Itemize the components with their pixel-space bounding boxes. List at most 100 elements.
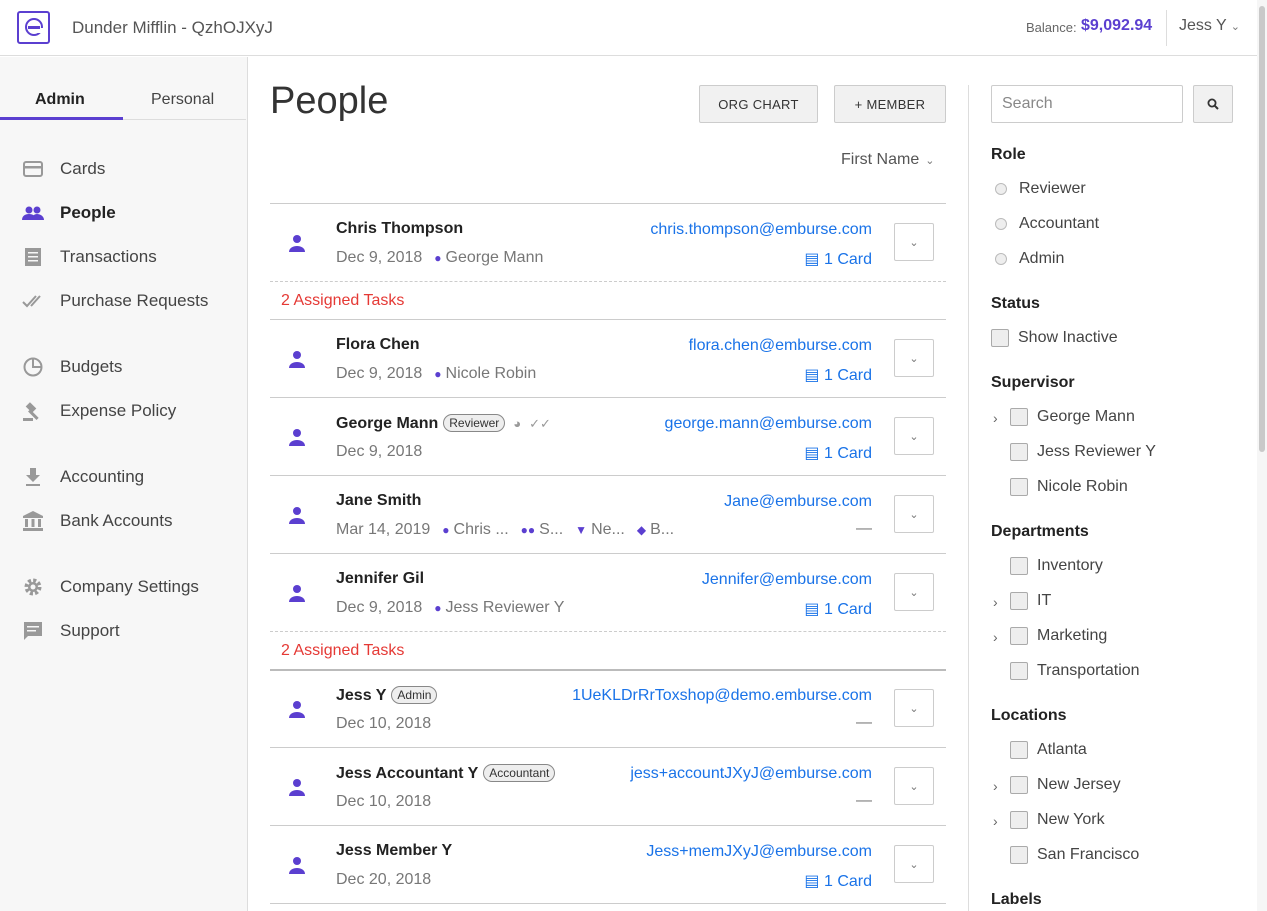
chevron-right-icon[interactable]: ›: [993, 594, 998, 610]
checkbox[interactable]: [1010, 741, 1028, 759]
radio-button[interactable]: [995, 183, 1007, 195]
role-option-reviewer[interactable]: Reviewer: [995, 180, 1086, 198]
person-email[interactable]: george.mann@emburse.com: [665, 415, 872, 433]
person-email[interactable]: flora.chen@emburse.com: [689, 337, 872, 355]
checkbox[interactable]: [1010, 627, 1028, 645]
supervisor-option-george-mann[interactable]: George Mann: [1010, 408, 1135, 426]
list-item[interactable]: Chris Thompson Dec 9, 2018 ● George Mann c…: [270, 204, 946, 282]
sidebar-item-label: Expense Policy: [60, 401, 177, 420]
checkbox[interactable]: [1010, 846, 1028, 864]
location-option-new-jersey[interactable]: New Jersey: [1010, 776, 1121, 794]
checkbox[interactable]: [991, 329, 1009, 347]
sidebar-item-transactions[interactable]: Transactions: [22, 245, 157, 269]
sidebar-tabs: Admin Personal: [0, 87, 246, 120]
sidebar-item-accounting[interactable]: Accounting: [22, 465, 144, 489]
sidebar-item-budgets[interactable]: Budgets: [22, 355, 122, 379]
sidebar-item-expense-policy[interactable]: Expense Policy: [22, 399, 176, 423]
chevron-right-icon[interactable]: ›: [993, 410, 998, 426]
sidebar-item-purchase-requests[interactable]: Purchase Requests: [22, 289, 208, 313]
person-name[interactable]: Jennifer Gil: [336, 570, 424, 588]
add-member-button[interactable]: + MEMBER: [834, 85, 946, 123]
assigned-tasks-link[interactable]: 2 Assigned Tasks: [281, 292, 404, 310]
option-label: Reviewer: [1019, 180, 1086, 197]
location-option-san-francisco[interactable]: San Francisco: [1010, 846, 1139, 864]
person-email[interactable]: jess+accountJXyJ@emburse.com: [630, 765, 872, 783]
tab-personal[interactable]: Personal: [151, 91, 214, 109]
sidebar-item-bank-accounts[interactable]: Bank Accounts: [22, 509, 172, 533]
chevron-right-icon[interactable]: ›: [993, 778, 998, 794]
checkbox[interactable]: [1010, 557, 1028, 575]
person-email[interactable]: 1UeKLDrRrToxshop@demo.emburse.com: [572, 687, 872, 705]
chevron-right-icon[interactable]: ›: [993, 813, 998, 829]
row-menu-button[interactable]: ⌄: [894, 417, 934, 455]
checkbox[interactable]: [1010, 776, 1028, 794]
checkbox[interactable]: [1010, 408, 1028, 426]
role-option-admin[interactable]: Admin: [995, 250, 1064, 268]
person-cards[interactable]: ▤ 1 Card: [804, 871, 872, 891]
list-item[interactable]: Jane Smith Mar 14, 2019 ● Chris ... ●● S... ▼…: [270, 476, 946, 554]
person-cards[interactable]: ▤ 1 Card: [804, 599, 872, 619]
sidebar-item-label: Accounting: [60, 467, 145, 486]
org-chart-button[interactable]: ORG CHART: [699, 85, 818, 123]
person-email[interactable]: Jennifer@emburse.com: [702, 571, 872, 589]
radio-button[interactable]: [995, 218, 1007, 230]
list-item[interactable]: George Mann Reviewer ◕ ✓✓ Dec 9, 2018 georg…: [270, 398, 946, 476]
list-item[interactable]: Flora Chen Dec 9, 2018 ● Nicole Robin flor…: [270, 320, 946, 398]
sidebar-item-company-settings[interactable]: Company Settings: [22, 575, 199, 599]
role-option-accountant[interactable]: Accountant: [995, 215, 1099, 233]
checkbox[interactable]: [1010, 478, 1028, 496]
tab-admin[interactable]: Admin: [35, 91, 85, 109]
checkbox[interactable]: [1010, 662, 1028, 680]
list-item[interactable]: Jess Accountant Y Accountant Dec 10, 2018…: [270, 748, 946, 826]
department-option-inventory[interactable]: Inventory: [1010, 557, 1103, 575]
person-email[interactable]: Jess+memJXyJ@emburse.com: [646, 843, 872, 861]
location-option-new-york[interactable]: New York: [1010, 811, 1105, 829]
row-menu-button[interactable]: ⌄: [894, 845, 934, 883]
sidebar-item-support[interactable]: Support: [22, 619, 120, 643]
row-menu-button[interactable]: ⌄: [894, 339, 934, 377]
supervisor-option-jess-reviewer-y[interactable]: Jess Reviewer Y: [1010, 443, 1156, 461]
department-option-it[interactable]: IT: [1010, 592, 1051, 610]
user-menu[interactable]: Jess Y ⌄: [1179, 17, 1240, 35]
supervisor-option-nicole-robin[interactable]: Nicole Robin: [1010, 478, 1128, 496]
person-name[interactable]: Jess Accountant Y Accountant: [336, 764, 556, 783]
checkbox[interactable]: [1010, 811, 1028, 829]
row-menu-button[interactable]: ⌄: [894, 767, 934, 805]
assigned-tasks-link[interactable]: 2 Assigned Tasks: [281, 642, 404, 660]
person-name[interactable]: Chris Thompson: [336, 220, 463, 238]
person-name[interactable]: Jess Y Admin: [336, 686, 438, 705]
department-option-marketing[interactable]: Marketing: [1010, 627, 1107, 645]
list-item[interactable]: Jennifer Gil Dec 9, 2018 ● Jess Reviewer Y…: [270, 554, 946, 632]
sidebar-item-people[interactable]: People: [22, 201, 116, 225]
person-name[interactable]: George Mann Reviewer ◕ ✓✓: [336, 414, 551, 433]
chevron-right-icon[interactable]: ›: [993, 629, 998, 645]
row-menu-button[interactable]: ⌄: [894, 573, 934, 611]
person-meta: Dec 10, 2018: [336, 715, 431, 733]
person-name[interactable]: Jess Member Y: [336, 842, 452, 860]
checkbox[interactable]: [1010, 592, 1028, 610]
search-input[interactable]: [991, 85, 1183, 123]
row-menu-button[interactable]: ⌄: [894, 689, 934, 727]
person-name[interactable]: Jane Smith: [336, 492, 421, 510]
sort-dropdown[interactable]: First Name ⌄: [841, 151, 934, 169]
radio-button[interactable]: [995, 253, 1007, 265]
person-icon: [289, 779, 305, 796]
row-menu-button[interactable]: ⌄: [894, 223, 934, 261]
person-cards[interactable]: ▤ 1 Card: [804, 443, 872, 463]
scrollbar-thumb[interactable]: [1259, 6, 1265, 452]
checkbox[interactable]: [1010, 443, 1028, 461]
list-item[interactable]: Jess Y Admin Dec 10, 2018 1UeKLDrRrToxsho…: [270, 670, 946, 748]
person-cards[interactable]: ▤ 1 Card: [804, 249, 872, 269]
search-button[interactable]: [1193, 85, 1233, 123]
list-item[interactable]: Jess Member Y Dec 20, 2018 Jess+memJXyJ@…: [270, 826, 946, 904]
location-option-atlanta[interactable]: Atlanta: [1010, 741, 1087, 759]
person-email[interactable]: Jane@emburse.com: [724, 493, 872, 511]
sidebar-item-cards[interactable]: Cards: [22, 157, 105, 181]
person-email[interactable]: chris.thompson@emburse.com: [650, 221, 872, 239]
emburse-logo-icon[interactable]: [17, 11, 50, 44]
department-option-transportation[interactable]: Transportation: [1010, 662, 1140, 680]
person-name[interactable]: Flora Chen: [336, 336, 420, 354]
row-menu-button[interactable]: ⌄: [894, 495, 934, 533]
person-cards[interactable]: ▤ 1 Card: [804, 365, 872, 385]
status-option-show-inactive[interactable]: Show Inactive: [991, 329, 1118, 347]
